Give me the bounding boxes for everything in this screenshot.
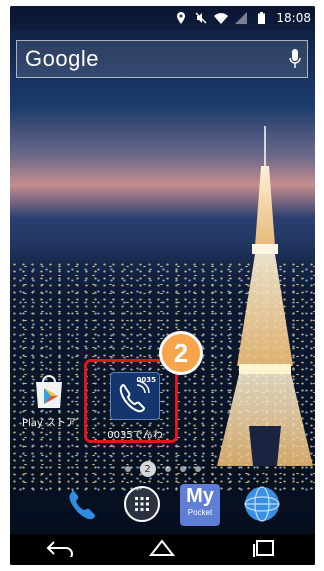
location-icon [174,11,188,25]
status-bar: 18:08 [10,6,315,30]
app-drawer-icon[interactable] [122,484,162,524]
back-icon[interactable] [46,539,76,561]
phone-icon[interactable] [62,484,102,524]
phone-screen: 18:08 Google Play ストア 0035 0035でんわ 2 2 M… [10,6,315,565]
app-play-store[interactable]: Play ストア [14,372,84,429]
battery-icon [254,11,268,25]
navigation-bar [10,534,315,565]
mypocket-title: My [186,485,214,507]
mypocket-icon[interactable]: My Pocket [180,484,222,526]
step-badge: 2 [159,331,203,375]
no-signal-icon [234,11,248,25]
status-time: 18:08 [276,11,311,25]
dock: My Pocket [10,484,315,528]
page-indicator[interactable]: 2 [10,461,315,477]
mute-icon [194,11,208,25]
page-dot[interactable] [179,466,186,472]
google-logo: Google [25,46,99,71]
google-search-bar[interactable]: Google [16,40,308,78]
browser-icon[interactable] [242,484,282,524]
page-dot[interactable] [164,466,171,472]
recents-icon[interactable] [249,539,279,561]
app-label: Play ストア [21,418,77,429]
tokyo-tower-illustration [217,126,313,466]
wifi-icon [214,11,229,25]
mypocket-sub: Pocket [187,508,213,517]
mic-icon[interactable] [289,49,301,73]
home-icon[interactable] [147,538,177,561]
page-dot[interactable] [124,466,131,472]
highlight-box [84,359,178,443]
page-dot-current[interactable]: 2 [139,461,156,477]
page-dot[interactable] [194,466,201,472]
play-store-icon [30,372,68,410]
